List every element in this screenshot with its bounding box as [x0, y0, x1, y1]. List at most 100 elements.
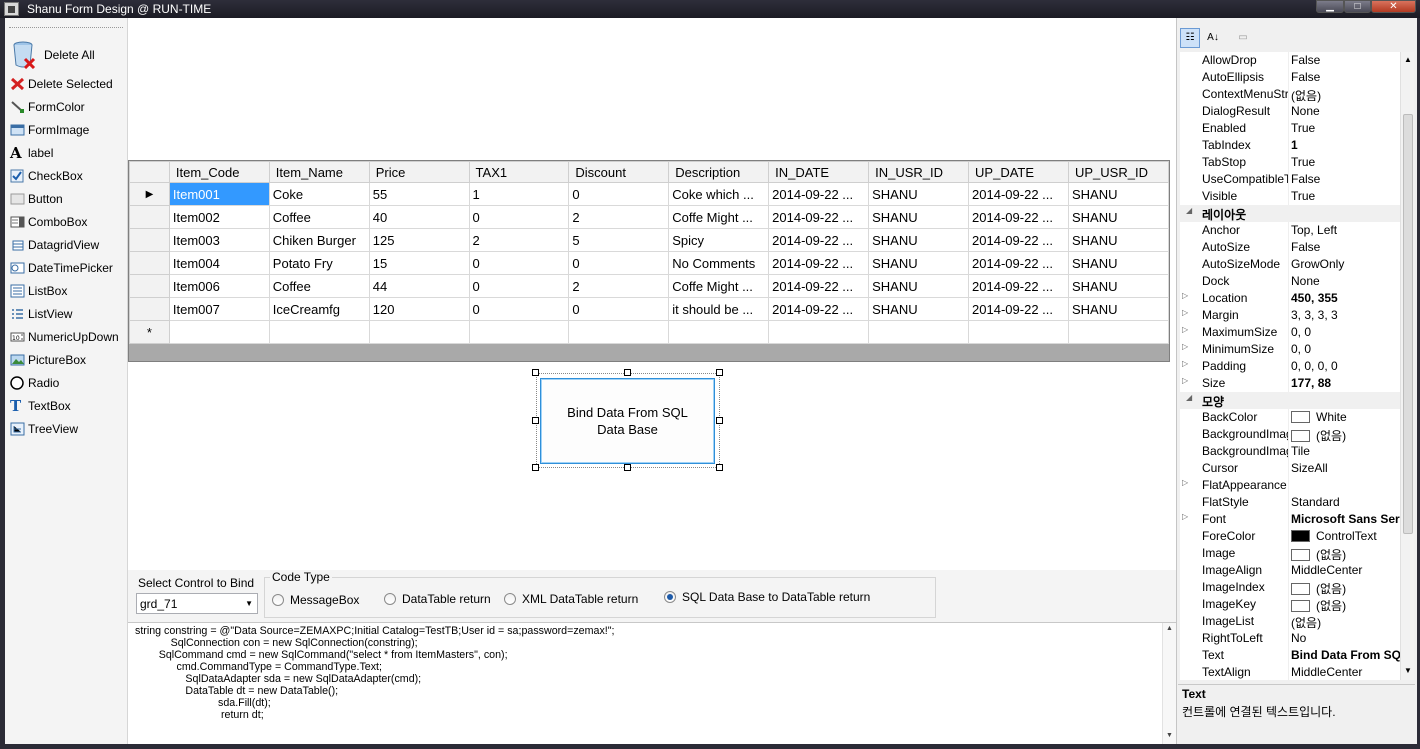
column-header[interactable]: UP_DATE: [968, 161, 1069, 183]
grid-cell[interactable]: Potato Fry: [268, 251, 370, 275]
property-row[interactable]: ▷ Margin 3, 3, 3, 3: [1180, 307, 1400, 324]
grid-cell[interactable]: SHANU: [1068, 205, 1169, 229]
grid-cell[interactable]: SHANU: [868, 205, 970, 229]
grid-cell[interactable]: SHANU: [1068, 251, 1169, 275]
minimize-button[interactable]: ▁: [1316, 0, 1344, 13]
grid-cell[interactable]: 2014-09-22 ...: [968, 251, 1069, 275]
radio-button-selected-icon[interactable]: [664, 591, 676, 603]
column-divider[interactable]: [1288, 222, 1289, 239]
column-divider[interactable]: [1288, 511, 1289, 528]
property-row[interactable]: AutoSize False: [1180, 239, 1400, 256]
property-value[interactable]: (없음): [1291, 427, 1400, 444]
grid-cell[interactable]: 2014-09-22 ...: [768, 274, 870, 298]
property-value[interactable]: MiddleCenter: [1291, 563, 1400, 577]
tool-datetimepicker[interactable]: DateTimePicker: [8, 258, 126, 278]
scroll-down-icon[interactable]: ▼: [1404, 666, 1412, 675]
column-divider[interactable]: [1288, 477, 1289, 494]
column-header[interactable]: Item_Name: [268, 161, 370, 183]
grid-cell[interactable]: Item007: [168, 297, 270, 321]
column-header[interactable]: IN_USR_ID: [868, 161, 970, 183]
tool-radio[interactable]: Radio: [8, 373, 126, 393]
grid-cell[interactable]: 2014-09-22 ...: [768, 251, 870, 275]
property-row[interactable]: DialogResult None: [1180, 103, 1400, 120]
property-value[interactable]: False: [1291, 70, 1400, 84]
grid-cell[interactable]: 2014-09-22 ...: [968, 274, 1069, 298]
property-row[interactable]: BackgroundImage (없음): [1180, 426, 1400, 443]
resize-handle-nw[interactable]: [532, 369, 539, 376]
tool-checkbox[interactable]: CheckBox: [8, 166, 126, 186]
column-header[interactable]: Item_Code: [168, 161, 270, 183]
column-header[interactable]: IN_DATE: [768, 161, 870, 183]
grid-cell[interactable]: SHANU: [868, 251, 970, 275]
column-divider[interactable]: [1288, 188, 1289, 205]
expand-icon[interactable]: ▷: [1182, 342, 1192, 351]
column-header[interactable]: UP_USR_ID: [1068, 161, 1169, 183]
grid-cell[interactable]: 0: [568, 251, 670, 275]
grid-cell[interactable]: [868, 320, 970, 344]
grid-cell[interactable]: 1: [468, 182, 570, 206]
categorized-icon[interactable]: ☷: [1180, 28, 1200, 48]
property-pages-icon[interactable]: ▭: [1233, 28, 1253, 48]
bind-data-button[interactable]: Bind Data From SQL Data Base: [540, 378, 715, 464]
grid-cell[interactable]: 0: [468, 297, 570, 321]
radio-button-icon[interactable]: [384, 593, 396, 605]
expand-icon[interactable]: ▷: [1182, 325, 1192, 334]
tool-label[interactable]: A label: [8, 143, 126, 163]
property-value[interactable]: True: [1291, 121, 1400, 135]
property-row[interactable]: RightToLeft No: [1180, 630, 1400, 647]
property-row[interactable]: Text Bind Data From SQL Data Base: [1180, 647, 1400, 664]
property-row[interactable]: ▷ FlatAppearance: [1180, 477, 1400, 494]
column-divider[interactable]: [1288, 664, 1289, 680]
property-value[interactable]: None: [1291, 104, 1400, 118]
alphabetical-sort-icon[interactable]: A↓: [1203, 28, 1223, 48]
tool-formcolor[interactable]: FormColor: [8, 97, 126, 117]
property-value[interactable]: 1: [1291, 138, 1400, 152]
grid-cell[interactable]: [168, 320, 270, 344]
property-value[interactable]: (없음): [1291, 580, 1400, 597]
grid-cell[interactable]: it should be ...: [668, 297, 770, 321]
tool-datagridview[interactable]: DatagridView: [8, 235, 126, 255]
grid-cell[interactable]: 2014-09-22 ...: [968, 297, 1069, 321]
property-value[interactable]: (없음): [1291, 614, 1400, 631]
code-textbox[interactable]: string constring = @"Data Source=ZEMAXPC…: [128, 622, 1176, 744]
datagrid-view[interactable]: Item_Code Item_Name Price TAX1 Discount …: [128, 160, 1170, 362]
column-divider[interactable]: [1288, 409, 1289, 426]
property-row[interactable]: AllowDrop False: [1180, 52, 1400, 69]
tool-treeview[interactable]: TreeView: [8, 419, 126, 439]
property-value[interactable]: 0, 0, 0, 0: [1291, 359, 1400, 373]
property-row[interactable]: ▷ Location 450, 355: [1180, 290, 1400, 307]
grid-cell[interactable]: 0: [468, 274, 570, 298]
property-row[interactable]: Visible True: [1180, 188, 1400, 205]
property-value[interactable]: Top, Left: [1291, 223, 1400, 237]
row-header[interactable]: [129, 274, 170, 298]
grid-cell[interactable]: [668, 320, 770, 344]
property-row[interactable]: ▷ MaximumSize 0, 0: [1180, 324, 1400, 341]
grid-cell[interactable]: 2014-09-22 ...: [968, 182, 1069, 206]
grid-cell[interactable]: 0: [468, 205, 570, 229]
scroll-down-icon[interactable]: ▼: [1163, 732, 1176, 739]
column-header[interactable]: TAX1: [468, 161, 570, 183]
property-value[interactable]: True: [1291, 155, 1400, 169]
grid-cell[interactable]: [568, 320, 670, 344]
property-value[interactable]: False: [1291, 53, 1400, 67]
grid-cell[interactable]: 125: [368, 228, 470, 252]
grid-cell[interactable]: 44: [368, 274, 470, 298]
property-row[interactable]: ImageList (없음): [1180, 613, 1400, 630]
code-scrollbar[interactable]: ▲ ▼: [1162, 623, 1176, 744]
property-list[interactable]: AllowDrop False AutoEllipsis False ContextMe…: [1180, 52, 1400, 680]
property-row[interactable]: Cursor SizeAll: [1180, 460, 1400, 477]
tool-numericupdown[interactable]: 10 NumericUpDown: [8, 327, 126, 347]
grid-cell[interactable]: 2: [568, 205, 670, 229]
grid-cell[interactable]: 2014-09-22 ...: [768, 182, 870, 206]
property-row[interactable]: FlatStyle Standard: [1180, 494, 1400, 511]
property-row[interactable]: ▷ Padding 0, 0, 0, 0: [1180, 358, 1400, 375]
expand-icon[interactable]: ▷: [1182, 359, 1192, 368]
close-button[interactable]: ✕: [1371, 0, 1416, 13]
property-row[interactable]: ForeColor ControlText: [1180, 528, 1400, 545]
table-row[interactable]: ▶ Item001 Coke 55 1 0 Coke which ... 201…: [129, 182, 1169, 206]
table-row[interactable]: Item003 Chiken Burger 125 2 5 Spicy 2014…: [129, 228, 1169, 252]
column-divider[interactable]: [1288, 273, 1289, 290]
column-divider[interactable]: [1288, 375, 1289, 392]
column-divider[interactable]: [1288, 256, 1289, 273]
grid-cell[interactable]: Coffee: [268, 205, 370, 229]
